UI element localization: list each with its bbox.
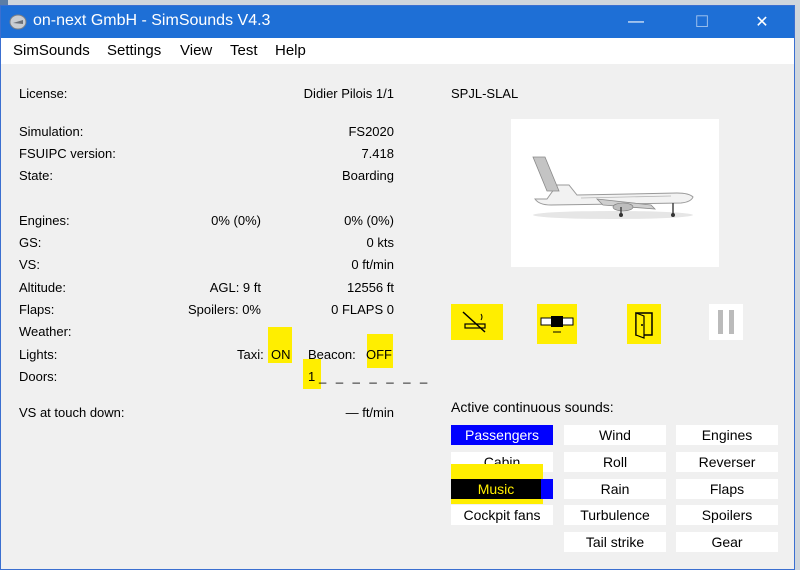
altitude-value: 12556 ft xyxy=(347,280,394,295)
simulation-label: Simulation: xyxy=(19,124,84,139)
fsuipc-value: 7.418 xyxy=(361,146,394,161)
window-title: on-next GmbH - SimSounds V4.3 xyxy=(33,12,271,29)
agl-value: AGL: 9 ft xyxy=(209,280,261,295)
state-label: State: xyxy=(19,168,53,183)
gs-value: 0 kts xyxy=(366,235,394,250)
spoilers-value: Spoilers: 0% xyxy=(188,302,261,317)
sound-flaps[interactable]: Flaps xyxy=(676,479,778,499)
main-content: License: Didier Pilois 1/1 Simulation: F… xyxy=(7,64,788,564)
menu-test[interactable]: Test xyxy=(230,42,258,59)
sound-engines[interactable]: Engines xyxy=(676,425,778,445)
sound-passengers[interactable]: Passengers xyxy=(451,425,553,445)
beacon-value: OFF xyxy=(366,347,392,362)
state-value: Boarding xyxy=(341,168,394,183)
close-button[interactable]: ✕ xyxy=(739,6,785,38)
engines-label: Engines: xyxy=(19,213,70,228)
sound-reverser[interactable]: Reverser xyxy=(676,452,778,472)
engines-value: 0% (0%) xyxy=(344,213,394,228)
maximize-button[interactable]: ☐ xyxy=(679,6,725,38)
sound-turbulence[interactable]: Turbulence xyxy=(564,505,666,525)
weather-label: Weather: xyxy=(19,324,72,339)
doors-dashes: _ _ _ _ _ _ _ xyxy=(319,369,431,384)
vs-touchdown-label: VS at touch down: xyxy=(19,405,125,420)
simulation-value: FS2020 xyxy=(348,124,394,139)
sound-music[interactable]: Music xyxy=(451,479,541,499)
app-icon xyxy=(9,14,27,30)
seatbelt-icon[interactable] xyxy=(537,304,577,344)
sound-rain[interactable]: Rain xyxy=(564,479,666,499)
minimize-button[interactable]: — xyxy=(613,6,659,38)
flaps-label: Flaps: xyxy=(19,302,55,317)
taxi-value: ON xyxy=(271,347,291,362)
door-icon[interactable] xyxy=(627,304,661,344)
lights-label: Lights: xyxy=(19,347,58,362)
menu-view[interactable]: View xyxy=(180,42,212,59)
sound-cockpit-fans[interactable]: Cockpit fans xyxy=(451,505,553,525)
engines-mid: 0% (0%) xyxy=(211,213,261,228)
app-window: on-next GmbH - SimSounds V4.3 — ☐ ✕ SimS… xyxy=(0,5,795,570)
taxi-label: Taxi: xyxy=(237,347,264,362)
sounds-header: Active continuous sounds: xyxy=(451,399,614,415)
vs-label: VS: xyxy=(19,257,40,272)
doors-value: 1 xyxy=(308,369,316,384)
altitude-label: Altitude: xyxy=(19,280,66,295)
sound-wind[interactable]: Wind xyxy=(564,425,666,445)
menu-simsounds[interactable]: SimSounds xyxy=(13,42,90,59)
gs-label: GS: xyxy=(19,235,42,250)
doors-label: Doors: xyxy=(19,369,58,384)
vs-touchdown-value: — ft/min xyxy=(345,405,394,420)
music-blue-edge xyxy=(541,479,553,499)
sound-tail-strike[interactable]: Tail strike xyxy=(564,532,666,552)
pause-icon[interactable] xyxy=(709,304,743,340)
title-bar[interactable]: on-next GmbH - SimSounds V4.3 — ☐ ✕ xyxy=(1,6,794,38)
license-value: Didier Pilois 1/1 xyxy=(303,86,394,101)
flaps-value: 0 FLAPS 0 xyxy=(331,302,394,317)
fsuipc-label: FSUIPC version: xyxy=(19,146,116,161)
menu-help[interactable]: Help xyxy=(275,42,306,59)
route-label: SPJL-SLAL xyxy=(451,86,519,101)
beacon-label: Beacon: xyxy=(308,347,356,362)
sound-spoilers[interactable]: Spoilers xyxy=(676,505,778,525)
vs-value: 0 ft/min xyxy=(351,257,394,272)
no-smoking-icon[interactable] xyxy=(451,304,503,340)
menu-settings[interactable]: Settings xyxy=(107,42,161,59)
license-label: License: xyxy=(19,86,68,101)
sound-gear[interactable]: Gear xyxy=(676,532,778,552)
sound-roll[interactable]: Roll xyxy=(564,452,666,472)
menu-bar: SimSounds Settings View Test Help xyxy=(1,38,794,64)
aircraft-image xyxy=(511,119,719,267)
